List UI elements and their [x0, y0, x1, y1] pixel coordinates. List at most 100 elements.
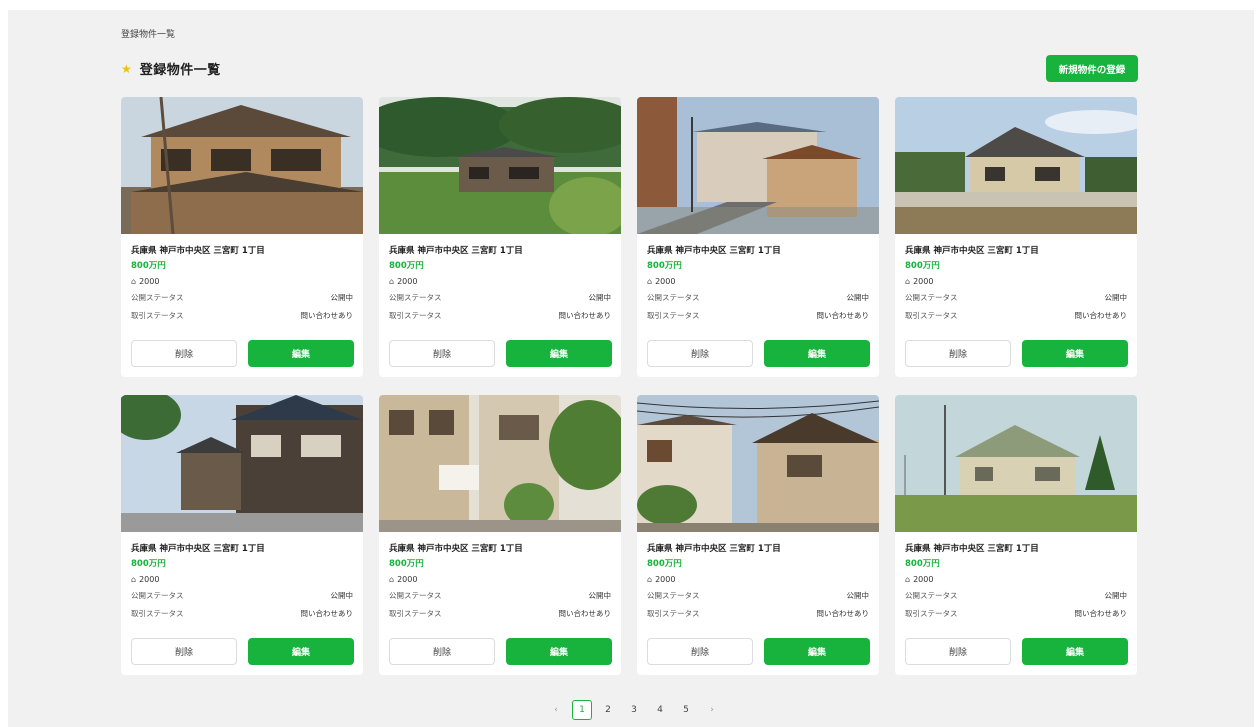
edit-button[interactable]: 編集 — [506, 340, 612, 367]
card-actions: 削除 編集 — [905, 638, 1128, 665]
publish-status-value: 公開中 — [846, 292, 870, 302]
publish-status-row: 公開ステータス 公開中 — [647, 288, 869, 306]
area-value: 2000 — [397, 277, 418, 286]
edit-button[interactable]: 編集 — [764, 340, 870, 367]
property-address: 兵庫県 神戸市中央区 三宮町 1丁目 — [647, 246, 781, 256]
card-actions: 削除 編集 — [647, 340, 870, 367]
deal-status-value: 問い合わせあり — [1074, 608, 1128, 618]
publish-status-row: 公開ステータス 公開中 — [647, 586, 869, 604]
property-photo-farmhouse-in-forest[interactable] — [379, 97, 621, 234]
pagination: ‹ 1 2 3 4 5 › — [546, 700, 722, 720]
deal-status-value: 問い合わせあり — [300, 608, 354, 618]
deal-status-label: 取引ステータス — [389, 310, 442, 320]
property-photo-old-house-with-wires[interactable] — [637, 395, 879, 532]
property-area: ⌂ 2000 — [647, 273, 869, 288]
property-photo-residential-alley[interactable] — [379, 395, 621, 532]
deal-status-label: 取引ステータス — [905, 608, 958, 618]
deal-status-row: 取引ステータス 問い合わせあり — [905, 604, 1127, 622]
delete-button[interactable]: 削除 — [389, 638, 495, 665]
deal-status-label: 取引ステータス — [131, 608, 184, 618]
card-actions: 削除 編集 — [131, 638, 354, 665]
delete-button[interactable]: 削除 — [131, 340, 237, 367]
deal-status-row: 取引ステータス 問い合わせあり — [389, 604, 611, 622]
property-card: 兵庫県 神戸市中央区 三宮町 1丁目 800万円 ⌂ 2000 公開ステータス … — [121, 97, 363, 377]
publish-status-row: 公開ステータス 公開中 — [905, 288, 1127, 306]
property-address: 兵庫県 神戸市中央区 三宮町 1丁目 — [905, 544, 1039, 554]
deal-status-label: 取引ステータス — [647, 608, 700, 618]
area-value: 2000 — [655, 575, 676, 584]
property-price: 800万円 — [389, 261, 424, 271]
property-card: 兵庫県 神戸市中央区 三宮町 1丁目 800万円 ⌂ 2000 公開ステータス … — [379, 395, 621, 675]
publish-status-row: 公開ステータス 公開中 — [905, 586, 1127, 604]
next-page-button[interactable]: › — [702, 700, 722, 720]
deal-status-value: 問い合わせあり — [816, 310, 870, 320]
delete-button[interactable]: 削除 — [647, 638, 753, 665]
publish-status-label: 公開ステータス — [905, 292, 958, 302]
property-price: 800万円 — [131, 261, 166, 271]
page-2-button[interactable]: 2 — [598, 700, 618, 720]
property-price: 800万円 — [905, 261, 940, 271]
property-card: 兵庫県 神戸市中央区 三宮町 1丁目 800万円 ⌂ 2000 公開ステータス … — [637, 97, 879, 377]
page-1-button[interactable]: 1 — [572, 700, 592, 720]
publish-status-label: 公開ステータス — [389, 292, 442, 302]
edit-button[interactable]: 編集 — [506, 638, 612, 665]
edit-button[interactable]: 編集 — [248, 638, 354, 665]
area-icon: ⌂ — [131, 277, 137, 286]
deal-status-row: 取引ステータス 問い合わせあり — [131, 306, 353, 324]
property-info: 兵庫県 神戸市中央区 三宮町 1丁目 800万円 ⌂ 2000 公開ステータス … — [637, 532, 879, 622]
publish-status-label: 公開ステータス — [905, 590, 958, 600]
deal-status-value: 問い合わせあり — [558, 310, 612, 320]
property-area: ⌂ 2000 — [131, 273, 353, 288]
edit-button[interactable]: 編集 — [248, 340, 354, 367]
property-photo-house-in-field[interactable] — [895, 395, 1137, 532]
prev-page-button[interactable]: ‹ — [546, 700, 566, 720]
publish-status-value: 公開中 — [846, 590, 870, 600]
area-value: 2000 — [139, 277, 160, 286]
property-info: 兵庫県 神戸市中央区 三宮町 1丁目 800万円 ⌂ 2000 公開ステータス … — [121, 532, 363, 622]
property-photo-town-street-corner[interactable] — [121, 395, 363, 532]
breadcrumb[interactable]: 登録物件一覧 — [121, 27, 175, 40]
property-card: 兵庫県 神戸市中央区 三宮町 1丁目 800万円 ⌂ 2000 公開ステータス … — [379, 97, 621, 377]
property-photo-traditional-wooden-house[interactable] — [121, 97, 363, 234]
delete-button[interactable]: 削除 — [131, 638, 237, 665]
property-price: 800万円 — [131, 559, 166, 569]
property-photo-street-with-houses[interactable] — [637, 97, 879, 234]
area-icon: ⌂ — [389, 277, 395, 286]
delete-button[interactable]: 削除 — [905, 638, 1011, 665]
property-card: 兵庫県 神戸市中央区 三宮町 1丁目 800万円 ⌂ 2000 公開ステータス … — [637, 395, 879, 675]
area-value: 2000 — [397, 575, 418, 584]
delete-button[interactable]: 削除 — [389, 340, 495, 367]
property-photo-house-behind-wall[interactable] — [895, 97, 1137, 234]
publish-status-row: 公開ステータス 公開中 — [389, 586, 611, 604]
property-address: 兵庫県 神戸市中央区 三宮町 1丁目 — [389, 544, 523, 554]
deal-status-label: 取引ステータス — [389, 608, 442, 618]
edit-button[interactable]: 編集 — [1022, 638, 1128, 665]
area-value: 2000 — [655, 277, 676, 286]
deal-status-label: 取引ステータス — [131, 310, 184, 320]
page-header: ★ 登録物件一覧 — [121, 59, 221, 79]
edit-button[interactable]: 編集 — [1022, 340, 1128, 367]
property-price: 800万円 — [905, 559, 940, 569]
property-info: 兵庫県 神戸市中央区 三宮町 1丁目 800万円 ⌂ 2000 公開ステータス … — [895, 532, 1137, 622]
deal-status-value: 問い合わせあり — [558, 608, 612, 618]
area-icon: ⌂ — [131, 575, 137, 584]
area-icon: ⌂ — [389, 575, 395, 584]
property-area: ⌂ 2000 — [131, 571, 353, 586]
property-address: 兵庫県 神戸市中央区 三宮町 1丁目 — [647, 544, 781, 554]
page-5-button[interactable]: 5 — [676, 700, 696, 720]
page-3-button[interactable]: 3 — [624, 700, 644, 720]
star-icon: ★ — [121, 61, 132, 76]
deal-status-row: 取引ステータス 問い合わせあり — [905, 306, 1127, 324]
delete-button[interactable]: 削除 — [905, 340, 1011, 367]
register-property-button[interactable]: 新規物件の登録 — [1046, 55, 1138, 82]
property-address: 兵庫県 神戸市中央区 三宮町 1丁目 — [389, 246, 523, 256]
page-4-button[interactable]: 4 — [650, 700, 670, 720]
publish-status-value: 公開中 — [1104, 292, 1128, 302]
edit-button[interactable]: 編集 — [764, 638, 870, 665]
publish-status-label: 公開ステータス — [131, 292, 184, 302]
publish-status-value: 公開中 — [588, 292, 612, 302]
property-area: ⌂ 2000 — [905, 571, 1127, 586]
delete-button[interactable]: 削除 — [647, 340, 753, 367]
area-icon: ⌂ — [647, 277, 653, 286]
deal-status-label: 取引ステータス — [905, 310, 958, 320]
